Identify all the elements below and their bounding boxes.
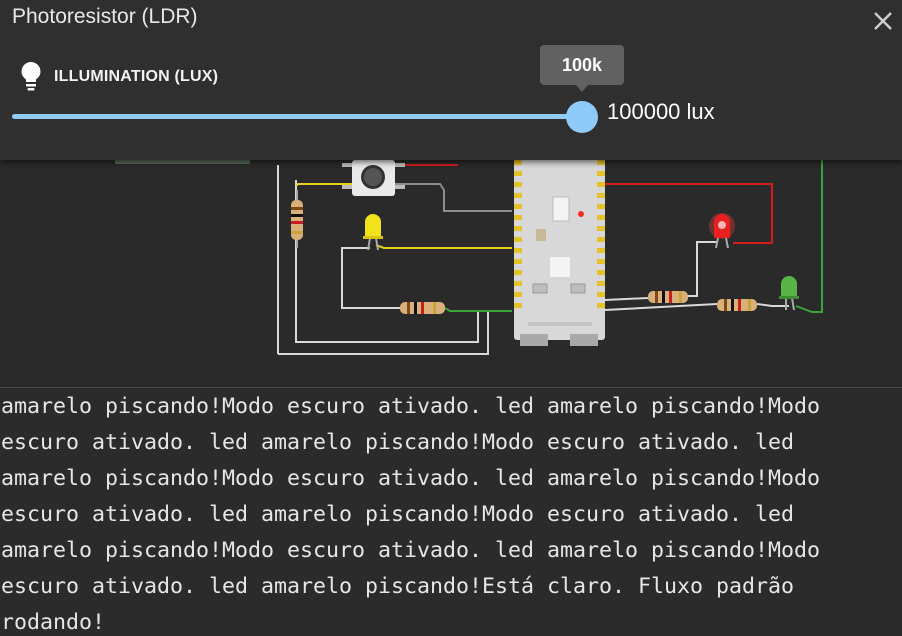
wire-white-greenled [756, 303, 789, 307]
wire-gray-button [395, 183, 512, 212]
wire-white-left [295, 180, 479, 343]
panel-title: Photoresistor (LDR) [12, 5, 198, 28]
resistor-right-2 [717, 299, 757, 311]
wire-white-bottom [278, 312, 489, 355]
illumination-slider-track[interactable] [12, 114, 582, 119]
wire-green-resistor [444, 307, 512, 312]
close-button[interactable] [870, 8, 896, 34]
tooltip-arrow [576, 85, 588, 92]
serial-monitor[interactable]: amarelo piscando!Modo escuro ativado. le… [0, 389, 902, 636]
led-green [779, 276, 799, 311]
microcontroller-board [514, 155, 605, 346]
wire-white-green [604, 303, 718, 311]
lux-value-text: 100000 lux [607, 99, 715, 124]
resistor-right-1 [648, 291, 688, 303]
wire-white-led [341, 247, 400, 309]
push-button[interactable] [342, 160, 405, 196]
wire-white-redled [682, 241, 718, 297]
resistor-left-bottom [400, 302, 445, 314]
ldr-settings-panel: Photoresistor (LDR) ILLUMINATION (LUX) 1… [0, 0, 902, 160]
illumination-slider-thumb[interactable] [566, 101, 598, 133]
slider-value-tooltip: 100k [540, 45, 624, 85]
wire-white-mid [604, 297, 649, 301]
serial-output-text: amarelo piscando!Modo escuro ativado. le… [1, 394, 834, 635]
wire-green-right [795, 160, 823, 313]
canvas-divider [0, 387, 902, 388]
wire-yellow-led [375, 244, 512, 249]
illumination-label: ILLUMINATION (LUX) [54, 68, 219, 85]
close-icon [874, 12, 892, 30]
led-yellow [363, 214, 383, 251]
wire-red-right [605, 183, 773, 244]
resistor-vertical [291, 190, 303, 248]
lightbulb-icon [21, 62, 41, 91]
